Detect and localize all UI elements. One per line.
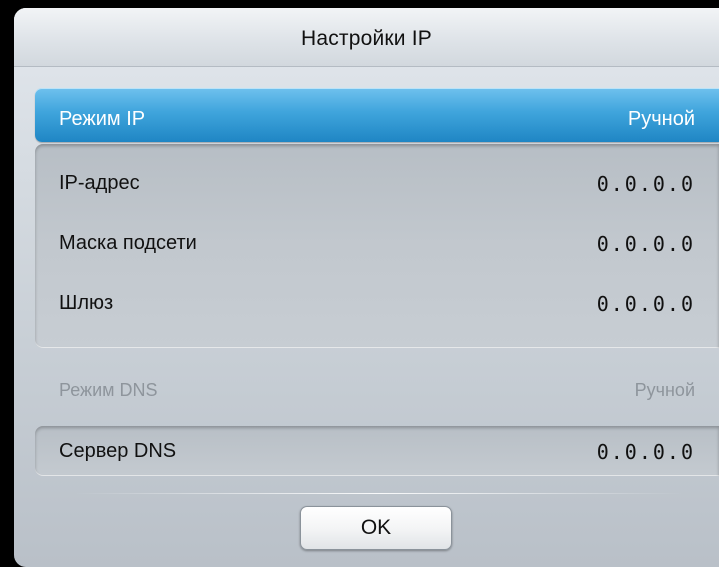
ip-address-row[interactable]: IP-адрес 0.0.0.0 [35, 172, 719, 202]
ip-fields-box: IP-адрес 0.0.0.0 Маска подсети 0.0.0.0 Ш… [35, 144, 719, 348]
ip-mode-label: Режим IP [59, 108, 146, 130]
subnet-mask-label: Маска подсети [59, 232, 197, 254]
ok-button[interactable]: OK [300, 506, 452, 550]
gateway-row[interactable]: Шлюз 0.0.0.0 [35, 292, 719, 322]
divider [74, 493, 684, 494]
ip-address-label: IP-адрес [59, 172, 140, 194]
gateway-value[interactable]: 0.0.0.0 [597, 292, 695, 316]
dns-server-row[interactable]: Сервер DNS 0.0.0.0 [35, 426, 719, 476]
ip-mode-row[interactable]: Режим IP Ручной [35, 88, 719, 142]
ip-mode-value: Ручной [627, 108, 695, 130]
dialog-title: Настройки IP [300, 27, 433, 50]
ip-settings-dialog: Настройки IP Режим IP Ручной IP-адрес 0.… [14, 8, 719, 567]
dns-server-value[interactable]: 0.0.0.0 [597, 440, 695, 464]
ip-address-value[interactable]: 0.0.0.0 [597, 172, 695, 196]
dns-mode-row: Режим DNS Ручной [35, 380, 719, 410]
subnet-mask-value[interactable]: 0.0.0.0 [597, 232, 695, 256]
dns-server-label: Сервер DNS [59, 440, 177, 462]
dialog-title-bar: Настройки IP [14, 8, 719, 67]
dns-mode-label: Режим DNS [59, 380, 158, 400]
gateway-label: Шлюз [59, 292, 114, 314]
subnet-mask-row[interactable]: Маска подсети 0.0.0.0 [35, 232, 719, 262]
dns-mode-value: Ручной [634, 380, 695, 400]
